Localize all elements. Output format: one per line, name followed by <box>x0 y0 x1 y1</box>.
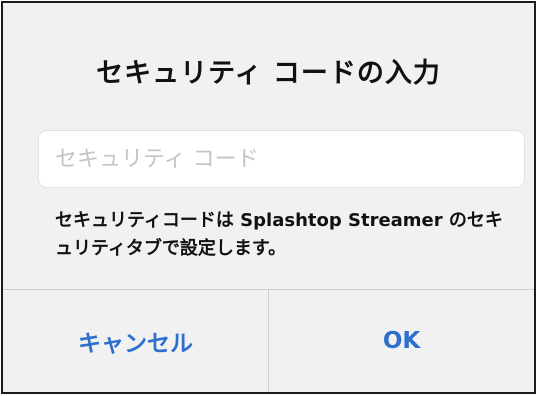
cancel-button[interactable]: キャンセル <box>3 290 268 392</box>
security-code-dialog: セキュリティ コードの入力 セキュリティコードは Splashtop Strea… <box>1 1 536 394</box>
security-code-input[interactable] <box>38 130 525 188</box>
ok-button[interactable]: OK <box>269 290 534 392</box>
dialog-title: セキュリティ コードの入力 <box>96 58 441 89</box>
dialog-message: セキュリティコードは Splashtop Streamer のセキュリティタブで… <box>55 210 503 259</box>
button-bar: キャンセル OK <box>3 289 534 392</box>
